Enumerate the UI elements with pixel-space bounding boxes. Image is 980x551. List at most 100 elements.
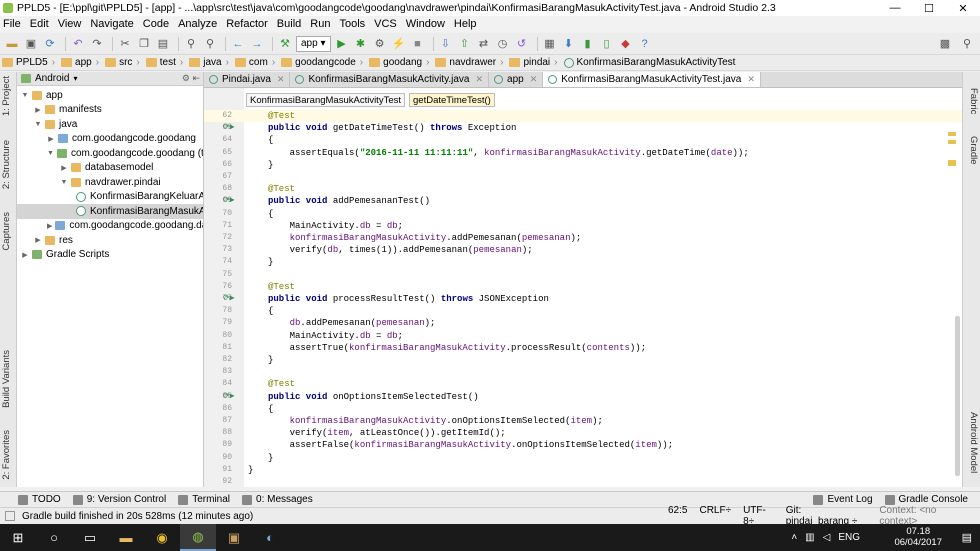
editor-breadcrumb-item[interactable]: KonfirmasiBarangMasukActivityTest — [246, 93, 405, 107]
panel-settings-icon[interactable]: ⚙ ⇤ — [182, 73, 200, 84]
tree-item[interactable]: ▶ Gradle Scripts — [17, 248, 203, 263]
attach-debugger-icon[interactable]: ⚙ — [372, 36, 388, 52]
menu-item-navigate[interactable]: Navigate — [90, 18, 133, 30]
run-icon[interactable]: ▶ — [334, 36, 350, 52]
tree-item[interactable]: ▶ com.goodangcode.goodang — [17, 132, 203, 147]
chevron-down-icon[interactable]: ▼ — [60, 179, 68, 186]
tool-tab-1-project[interactable]: 1: Project — [1, 76, 12, 116]
fabric-icon[interactable]: ▩ — [937, 36, 953, 52]
chevron-right-icon[interactable]: ▶ — [60, 164, 68, 172]
tool-tab-android-model[interactable]: Android Model — [968, 412, 979, 473]
menu-item-window[interactable]: Window — [406, 18, 445, 30]
breadcrumb-item[interactable]: com › — [234, 57, 279, 68]
menu-item-tools[interactable]: Tools — [339, 18, 365, 30]
debug-icon[interactable]: ✱ — [353, 36, 369, 52]
close-icon[interactable]: ✕ — [277, 74, 285, 85]
toggle-tool-windows-icon[interactable] — [5, 511, 15, 521]
chevron-down-icon[interactable]: ▼ — [21, 92, 29, 99]
help-icon[interactable]: ? — [637, 36, 653, 52]
copy-icon[interactable]: ❐ — [136, 36, 152, 52]
app-taskbar-icon[interactable]: ▣ — [216, 524, 252, 551]
breadcrumb-item[interactable]: java › — [189, 57, 233, 68]
tree-item[interactable]: ▶ res — [17, 233, 203, 248]
apply-changes-icon[interactable]: ⚡ — [391, 36, 407, 52]
plugin-icon[interactable]: ◆ — [618, 36, 634, 52]
find-icon[interactable]: ⚲ — [183, 36, 199, 52]
editor-tab[interactable]: KonfirmasiBarangMasukActivityTest.java ✕ — [543, 72, 761, 87]
chevron-right-icon[interactable]: ▶ — [34, 236, 42, 244]
tool-tab-captures[interactable]: Captures — [1, 212, 12, 251]
tree-item[interactable]: ▼ com.goodangcode.goodang (test) — [17, 146, 203, 161]
breadcrumb-item[interactable]: goodang › — [369, 57, 433, 68]
redo-icon[interactable]: ↷ — [89, 36, 105, 52]
close-icon[interactable]: ✕ — [530, 74, 538, 85]
chevron-down-icon[interactable]: ▼ — [47, 150, 54, 157]
bottom-tab-gradle-console[interactable]: Gradle Console — [884, 494, 968, 505]
undo-icon[interactable]: ↶ — [70, 36, 86, 52]
vcs-history-icon[interactable]: ◷ — [495, 36, 511, 52]
vcs-compare-icon[interactable]: ⇄ — [476, 36, 492, 52]
breadcrumb-item[interactable]: navdrawer › — [435, 57, 507, 68]
vcs-revert-icon[interactable]: ↺ — [514, 36, 530, 52]
bottom-tab-terminal[interactable]: Terminal — [178, 494, 230, 505]
stop-icon[interactable]: ■ — [410, 36, 426, 52]
chevron-up-icon[interactable]: ˄ — [791, 532, 797, 543]
editor-tab[interactable]: KonfirmasiBarangMasukActivity.java ✕ — [290, 72, 490, 87]
editor-breadcrumb-item[interactable]: getDateTimeTest() — [409, 93, 495, 107]
search-everywhere-icon[interactable]: ⚲ — [959, 36, 975, 52]
close-icon[interactable]: ✕ — [747, 74, 755, 85]
menu-item-build[interactable]: Build — [277, 18, 301, 30]
language-indicator[interactable]: ENG — [838, 532, 860, 543]
sdk-manager-icon[interactable]: ⬇ — [561, 36, 577, 52]
run-test-icon[interactable]: ⟳▶ — [223, 293, 235, 305]
menu-item-file[interactable]: File — [3, 18, 21, 30]
forward-icon[interactable]: → — [249, 36, 265, 52]
device-monitor-icon[interactable]: ▯ — [599, 36, 615, 52]
sync-icon[interactable]: ⟳ — [42, 36, 58, 52]
tree-item[interactable]: ▶ databasemodel — [17, 161, 203, 176]
menu-item-refactor[interactable]: Refactor — [226, 18, 268, 30]
bottom-tab-0-messages[interactable]: 0: Messages — [242, 494, 313, 505]
tree-item[interactable]: ▼ navdrawer.pindai — [17, 175, 203, 190]
menu-item-run[interactable]: Run — [310, 18, 330, 30]
breadcrumb-item[interactable]: PPLD5 › — [2, 57, 59, 68]
breadcrumb-item[interactable]: src › — [105, 57, 144, 68]
tree-item[interactable]: ▼ app — [17, 88, 203, 103]
run-test-icon[interactable]: ⟳▶ — [223, 391, 235, 403]
cut-icon[interactable]: ✂ — [117, 36, 133, 52]
run-config-select[interactable]: app ▾ — [296, 35, 331, 52]
close-icon[interactable]: ✕ — [475, 74, 483, 85]
volume-icon[interactable]: ◁ — [823, 532, 831, 543]
breadcrumb-item[interactable]: test › — [145, 57, 187, 68]
file-explorer-icon[interactable]: ▬ — [108, 524, 144, 551]
minimize-button[interactable]: — — [878, 0, 912, 16]
chevron-right-icon[interactable]: ▶ — [47, 135, 55, 143]
bottom-tab-todo[interactable]: TODO — [18, 494, 61, 505]
editor-tab[interactable]: Pindai.java ✕ — [204, 72, 291, 87]
chevron-right-icon[interactable]: ▶ — [34, 106, 42, 114]
chrome-icon[interactable]: ◉ — [144, 524, 180, 551]
avd-manager-icon[interactable]: ▮ — [580, 36, 596, 52]
search-icon[interactable]: ○ — [36, 524, 72, 551]
menu-item-view[interactable]: View — [58, 18, 82, 30]
open-folder-icon[interactable]: ▬ — [4, 36, 20, 52]
chevron-right-icon[interactable]: ▶ — [47, 222, 52, 230]
tool-tab-2-favorites[interactable]: 2: Favorites — [1, 430, 12, 480]
run-test-icon[interactable]: ⟳▶ — [223, 122, 235, 134]
paste-icon[interactable]: ▤ — [155, 36, 171, 52]
menu-item-code[interactable]: Code — [143, 18, 169, 30]
notifications-icon[interactable]: ▤ — [962, 531, 972, 544]
tool-tab-2-structure[interactable]: 2: Structure — [1, 140, 12, 189]
vcs-update-icon[interactable]: ⇩ — [438, 36, 454, 52]
save-icon[interactable]: ▣ — [23, 36, 39, 52]
tool-tab-build-variants[interactable]: Build Variants — [1, 350, 12, 408]
chevron-down-icon[interactable]: ▼ — [34, 121, 42, 128]
task-view-icon[interactable]: ▭ — [72, 524, 108, 551]
editor-tab[interactable]: app ✕ — [489, 72, 544, 87]
breadcrumb-item[interactable]: goodangcode › — [281, 57, 367, 68]
chevron-right-icon[interactable]: ▶ — [21, 251, 29, 259]
tool-tab-fabric[interactable]: Fabric — [968, 88, 979, 114]
project-view-selector[interactable]: Android ▾ ⚙ ⇤ — [17, 72, 203, 86]
start-button[interactable]: ⊞ — [0, 524, 36, 551]
make-project-icon[interactable]: ⚒ — [277, 36, 293, 52]
